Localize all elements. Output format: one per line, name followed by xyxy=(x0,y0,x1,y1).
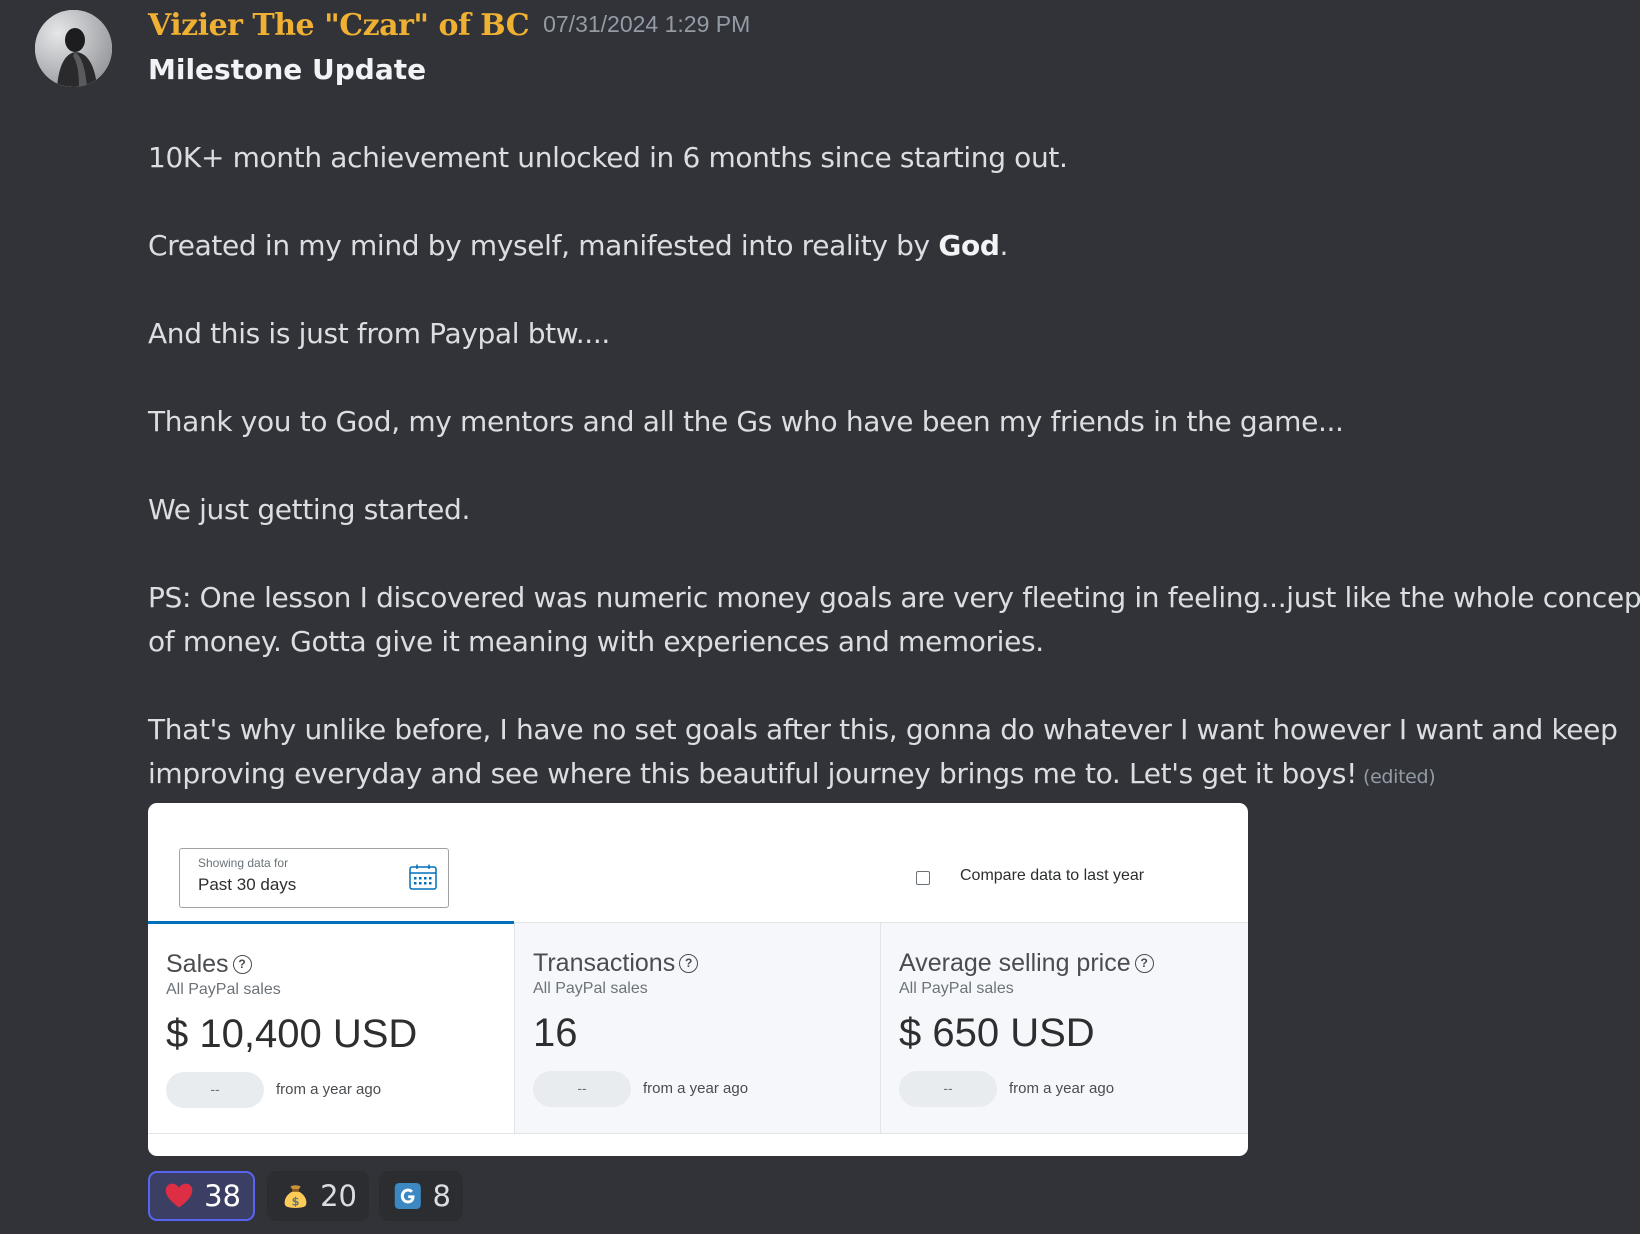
message-title: Milestone Update xyxy=(148,53,427,86)
reaction-count: 20 xyxy=(320,1179,357,1213)
change-pill: -- xyxy=(166,1072,264,1108)
change-pill: -- xyxy=(533,1071,631,1107)
date-range-label: Showing data for xyxy=(198,856,289,870)
paragraph-text: Created in my mind by myself, manifested… xyxy=(148,229,939,262)
message-paragraph: 10K+ month achievement unlocked in 6 mon… xyxy=(148,141,1068,174)
message-paragraph: We just getting started. xyxy=(148,493,471,526)
panel-title-text: Sales xyxy=(166,950,229,978)
message-paragraph: Created in my mind by myself, manifested… xyxy=(148,224,1008,268)
edited-label: (edited) xyxy=(1363,766,1436,788)
help-icon[interactable]: ? xyxy=(1134,954,1154,973)
date-range-select[interactable]: Showing data for Past 30 days xyxy=(179,848,449,908)
panel-title: Sales? xyxy=(166,950,252,979)
panel-title: Transactions? xyxy=(533,949,699,978)
sales-panel[interactable]: Sales? All PayPal sales $ 10,400 USD -- … xyxy=(148,921,514,1131)
image-attachment[interactable]: Showing data for Past 30 days Compare da… xyxy=(148,803,1248,1156)
compare-checkbox[interactable] xyxy=(916,871,930,885)
message-header: Vizier The "Czar" of BC 07/31/2024 1:29 P… xyxy=(148,8,750,43)
panel-value: $ 650 USD xyxy=(899,1011,1095,1055)
username[interactable]: Vizier The "Czar" of BC xyxy=(148,8,530,43)
avatar-image xyxy=(35,10,112,87)
avatar[interactable] xyxy=(35,10,112,87)
message-paragraph: of money. Gotta give it meaning with exp… xyxy=(148,625,1044,658)
average-price-panel[interactable]: Average selling price? All PayPal sales … xyxy=(880,923,1248,1133)
divider xyxy=(148,1133,1248,1134)
message-paragraph: PS: One lesson I discovered was numeric … xyxy=(148,581,1640,614)
help-icon[interactable]: ? xyxy=(679,954,699,973)
money-bag-icon: $ xyxy=(284,1185,307,1208)
reaction-count: 38 xyxy=(204,1179,241,1213)
message-paragraph: Thank you to God, my mentors and all the… xyxy=(148,405,1344,438)
message-paragraph: That's why unlike before, I have no set … xyxy=(148,713,1618,746)
compare-label[interactable]: Compare data to last year xyxy=(960,867,1144,885)
help-icon[interactable]: ? xyxy=(232,955,252,974)
svg-text:$: $ xyxy=(292,1195,300,1208)
panel-title-text: Transactions xyxy=(533,949,676,977)
panel-value: $ 10,400 USD xyxy=(166,1012,418,1056)
panel-subtitle: All PayPal sales xyxy=(533,980,648,997)
panel-subtitle: All PayPal sales xyxy=(899,980,1014,997)
reaction-heart[interactable]: 38 xyxy=(148,1171,255,1221)
panel-value: 16 xyxy=(533,1011,578,1055)
message-paragraph: improving everyday and see where this be… xyxy=(148,752,1436,799)
change-pill: -- xyxy=(899,1071,997,1107)
bold-text: God xyxy=(938,229,1000,262)
reaction-g[interactable]: 8 xyxy=(379,1171,463,1221)
reaction-money-bag[interactable]: $ 20 xyxy=(267,1171,369,1221)
date-range-value: Past 30 days xyxy=(198,875,297,894)
panel-title: Average selling price? xyxy=(899,949,1154,978)
reaction-count: 8 xyxy=(432,1179,451,1213)
timestamp[interactable]: 07/31/2024 1:29 PM xyxy=(543,11,750,37)
g-letter-icon xyxy=(394,1182,421,1210)
change-note: from a year ago xyxy=(643,1080,749,1097)
calendar-icon[interactable] xyxy=(409,864,437,890)
change-note: from a year ago xyxy=(276,1081,382,1098)
change-note: from a year ago xyxy=(1009,1080,1115,1097)
panel-subtitle: All PayPal sales xyxy=(166,981,281,998)
paragraph-text: improving everyday and see where this be… xyxy=(148,757,1358,790)
panel-title-text: Average selling price xyxy=(899,949,1131,977)
heart-icon xyxy=(165,1183,193,1208)
transactions-panel[interactable]: Transactions? All PayPal sales 16 -- fro… xyxy=(514,923,880,1133)
paragraph-text: . xyxy=(999,229,1009,262)
message-paragraph: And this is just from Paypal btw.... xyxy=(148,317,610,350)
